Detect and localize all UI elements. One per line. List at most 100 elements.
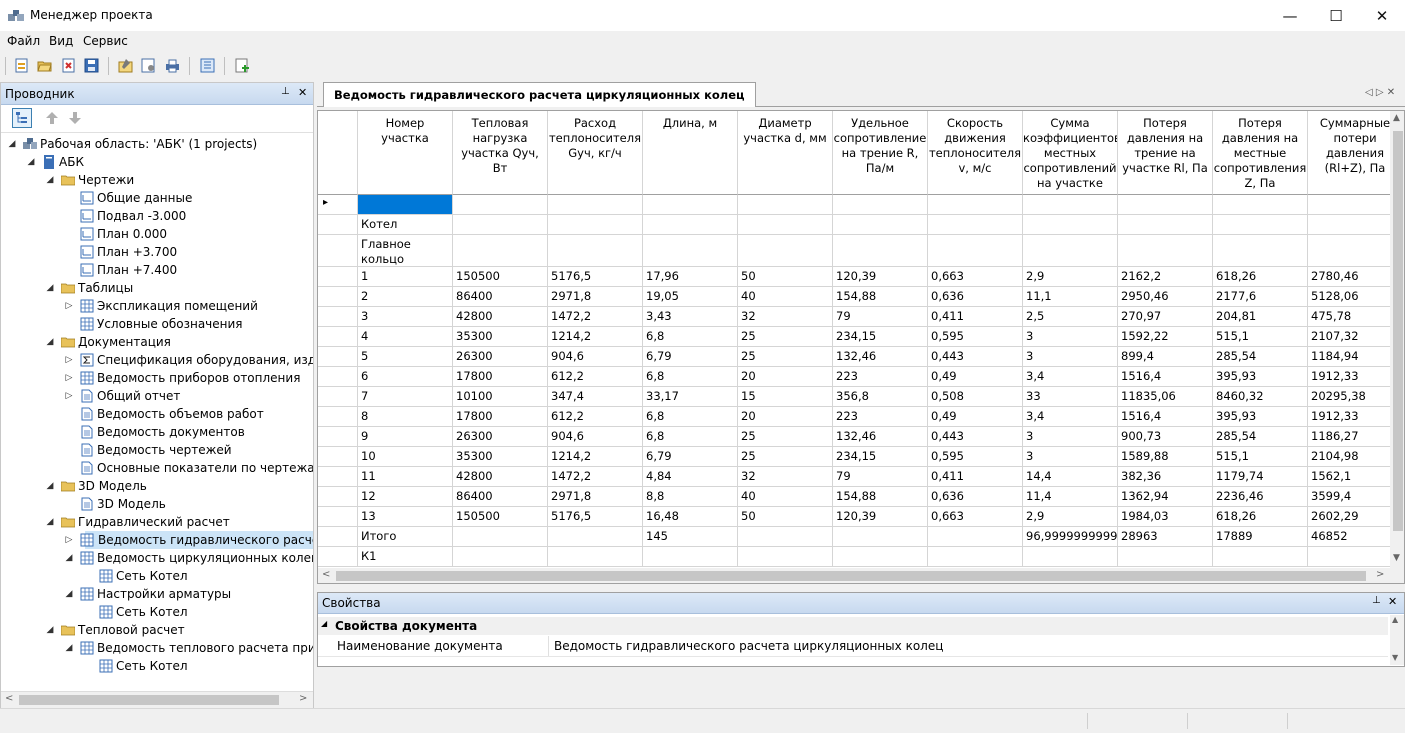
row-selector[interactable] [318,347,358,367]
table-cell[interactable]: 1179,74 [1213,467,1308,487]
table-cell[interactable]: 1516,4 [1118,407,1213,427]
table-cell[interactable]: 0,663 [928,267,1023,287]
tree-item[interactable]: План +3.700 [84,243,313,261]
collapse-icon[interactable]: ◢ [321,619,327,628]
expand-arrow-icon[interactable]: ▷ [64,297,74,315]
table-cell[interactable]: 3 [1023,427,1118,447]
table-cell[interactable] [928,195,1023,215]
table-cell[interactable] [1308,195,1390,215]
table-cell[interactable]: 25 [738,427,833,447]
table-cell[interactable]: Главное кольцо [358,235,453,267]
grid-vscrollbar[interactable]: ▲ ▼ [1390,111,1404,568]
table-cell[interactable]: 904,6 [548,347,643,367]
table-cell[interactable]: 900,73 [1118,427,1213,447]
table-cell[interactable]: 11,1 [1023,287,1118,307]
table-cell[interactable]: 285,54 [1213,427,1308,447]
table-cell[interactable] [928,547,1023,567]
table-cell[interactable]: 42800 [453,467,548,487]
table-cell[interactable]: 1214,2 [548,327,643,347]
table-cell[interactable] [1023,547,1118,567]
table-cell[interactable] [833,215,928,235]
table-cell[interactable]: Итого [358,527,453,547]
table-cell[interactable]: 1472,2 [548,307,643,327]
row-selector[interactable] [318,407,358,427]
table-cell[interactable]: 1472,2 [548,467,643,487]
table-cell[interactable]: 120,39 [833,507,928,527]
table-cell[interactable]: 2 [358,287,453,307]
table-cell[interactable]: 5176,5 [548,507,643,527]
table-cell[interactable]: 6,8 [643,367,738,387]
table-cell[interactable] [548,215,643,235]
row-selector[interactable] [318,327,358,347]
table-cell[interactable]: 1912,33 [1308,367,1390,387]
table-cell[interactable]: 347,4 [548,387,643,407]
table-cell[interactable]: 223 [833,367,928,387]
tree-item[interactable]: Рабочая область: 'АБК' (1 projects) [27,135,313,153]
table-cell[interactable]: 9 [358,427,453,447]
collapse-arrow-icon[interactable]: ◢ [26,153,36,171]
table-cell[interactable]: 0,411 [928,307,1023,327]
expand-arrow-icon[interactable]: ▷ [64,351,74,369]
table-cell[interactable]: 1562,1 [1308,467,1390,487]
table-cell[interactable]: 35300 [453,447,548,467]
scroll-left-icon[interactable]: < [5,693,13,704]
table-cell[interactable]: 2,9 [1023,507,1118,527]
open-button[interactable] [36,57,53,74]
table-cell[interactable] [643,235,738,267]
table-cell[interactable]: 6,8 [643,327,738,347]
table-cell[interactable]: 154,88 [833,287,928,307]
table-cell[interactable]: 0,508 [928,387,1023,407]
table-cell[interactable]: 32 [738,307,833,327]
table-cell[interactable]: 612,2 [548,367,643,387]
row-selector[interactable] [318,547,358,567]
table-cell[interactable]: 475,78 [1308,307,1390,327]
table-cell[interactable]: 7 [358,387,453,407]
collapse-arrow-icon[interactable]: ◢ [64,549,74,567]
tree-item[interactable]: Настройки арматуры [84,585,313,603]
table-cell[interactable] [833,235,928,267]
settings-button[interactable] [140,57,157,74]
table-cell[interactable]: 25 [738,327,833,347]
tree-item[interactable]: Сеть Котел [103,657,313,675]
table-cell[interactable]: 2780,46 [1308,267,1390,287]
table-cell[interactable] [453,547,548,567]
table-cell[interactable] [833,547,928,567]
table-cell[interactable] [738,527,833,547]
props-scroll-up-icon[interactable]: ▲ [1392,615,1398,624]
table-cell[interactable]: 132,46 [833,347,928,367]
table-cell[interactable] [738,195,833,215]
table-cell[interactable]: 618,26 [1213,267,1308,287]
collapse-arrow-icon[interactable]: ◢ [45,333,55,351]
table-cell[interactable]: 2,5 [1023,307,1118,327]
table-cell[interactable]: 0,411 [928,467,1023,487]
column-header[interactable]: Диаметр участка d, мм [738,111,833,195]
print-button[interactable] [164,57,181,74]
tree-item[interactable]: Ведомость циркуляционных колец [84,549,313,567]
table-cell[interactable]: 11,4 [1023,487,1118,507]
row-selector[interactable] [318,235,358,267]
table-cell[interactable]: 46852 [1308,527,1390,547]
table-cell[interactable]: 0,443 [928,347,1023,367]
tree-item[interactable]: Сеть Котел [103,603,313,621]
hscroll-right-icon[interactable]: > [1376,569,1384,580]
table-cell[interactable]: 6,79 [643,347,738,367]
menu-view[interactable]: Вид [49,34,73,48]
table-cell[interactable] [453,235,548,267]
tree-item[interactable]: Чертежи [65,171,313,189]
tree-item[interactable]: Сеть Котел [103,567,313,585]
table-cell[interactable]: 2236,46 [1213,487,1308,507]
table-cell[interactable]: 2104,98 [1308,447,1390,467]
table-cell[interactable]: 3 [358,307,453,327]
table-cell[interactable]: 1362,94 [1118,487,1213,507]
tree-view-button[interactable] [12,108,32,128]
table-cell[interactable]: 150500 [453,507,548,527]
row-selector[interactable] [318,507,358,527]
table-cell[interactable]: 120,39 [833,267,928,287]
add-button[interactable] [234,57,251,74]
table-cell[interactable]: 8 [358,407,453,427]
table-cell[interactable]: 132,46 [833,427,928,447]
table-cell[interactable]: 17889 [1213,527,1308,547]
table-cell[interactable]: 1214,2 [548,447,643,467]
tree-item[interactable]: Основные показатели по чертежам о [84,459,313,477]
tree-item[interactable]: 3D Модель [65,477,313,495]
